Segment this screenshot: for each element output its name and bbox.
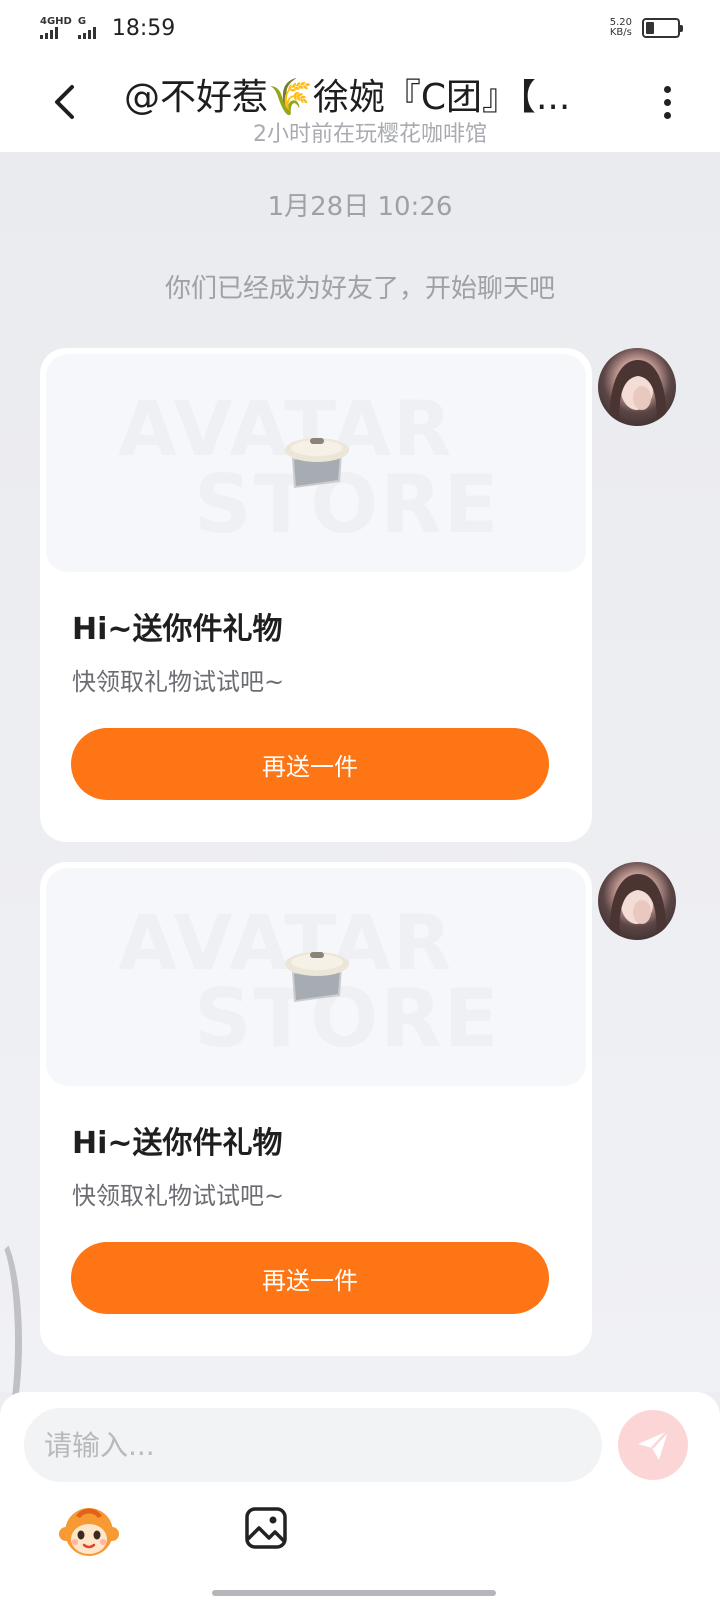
- send-again-button[interactable]: 再送一件: [71, 1242, 549, 1314]
- chat-title: @不好惹🌾徐婉『C团』【...: [124, 77, 571, 118]
- avatar[interactable]: [598, 348, 676, 426]
- net-speed-unit: KB/s: [609, 27, 632, 38]
- emoji-button[interactable]: [58, 1504, 120, 1560]
- avatar-image: [609, 874, 667, 940]
- avatar-image: [609, 360, 667, 426]
- status-right: 5.20 KB/s: [610, 18, 683, 38]
- message-input[interactable]: [24, 1408, 602, 1482]
- signal-icon: [77, 27, 96, 39]
- avatar[interactable]: [598, 862, 676, 940]
- gift-item-icon: [285, 438, 349, 488]
- status-time: 18:59: [111, 15, 176, 41]
- gift-title: Hi~送你件礼物: [72, 1126, 283, 1161]
- send-button[interactable]: [618, 1410, 688, 1480]
- network-1: 4GHD: [40, 17, 72, 39]
- monkey-emoji-icon: [59, 1508, 119, 1556]
- network-2: G: [77, 16, 100, 39]
- gift-description: 快领取礼物试试吧~: [72, 1182, 285, 1210]
- battery-level: [646, 22, 654, 34]
- status-bar: 4GHD G 18:59 5.20 KB/s: [0, 0, 720, 56]
- network-1-label: 4GHD: [40, 16, 72, 27]
- status-left: 4GHD G 18:59: [40, 16, 175, 41]
- gift-message-card[interactable]: AVATAR STORE Hi~送你件礼物 快领取礼物试试吧~ 再送一件: [40, 348, 592, 842]
- gift-item-icon: [285, 952, 349, 1002]
- chat-header: @不好惹🌾徐婉『C团』【... 2小时前在玩樱花咖啡馆: [0, 56, 720, 152]
- send-icon: [638, 1430, 669, 1460]
- gift-description: 快领取礼物试试吧~: [72, 668, 285, 696]
- gift-image[interactable]: AVATAR STORE: [46, 868, 586, 1086]
- chat-area[interactable]: 1月28日 10:26 你们已经成为好友了，开始聊天吧 AVATAR STORE…: [0, 152, 720, 1452]
- signal-icon: [40, 27, 68, 39]
- image-icon: [245, 1507, 287, 1549]
- more-vertical-icon: [663, 85, 671, 93]
- chat-timestamp: 1月28日 10:26: [267, 192, 453, 222]
- net-speed: 5.20 KB/s: [610, 18, 632, 38]
- image-button[interactable]: [244, 1506, 288, 1550]
- gift-message-card[interactable]: AVATAR STORE Hi~送你件礼物 快领取礼物试试吧~ 再送一件: [40, 862, 592, 1356]
- network-2-label: G: [77, 16, 87, 27]
- chevron-left-icon: [55, 85, 74, 119]
- send-again-button[interactable]: 再送一件: [71, 728, 549, 800]
- more-button[interactable]: [652, 78, 682, 126]
- chat-subtitle: 2小时前在玩樱花咖啡馆: [253, 122, 487, 147]
- gift-image[interactable]: AVATAR STORE: [46, 354, 586, 572]
- input-bar: [0, 1392, 720, 1600]
- system-message: 你们已经成为好友了，开始聊天吧: [164, 274, 555, 304]
- battery-icon: [642, 18, 683, 38]
- home-indicator[interactable]: [212, 1590, 496, 1596]
- gift-title: Hi~送你件礼物: [72, 612, 283, 647]
